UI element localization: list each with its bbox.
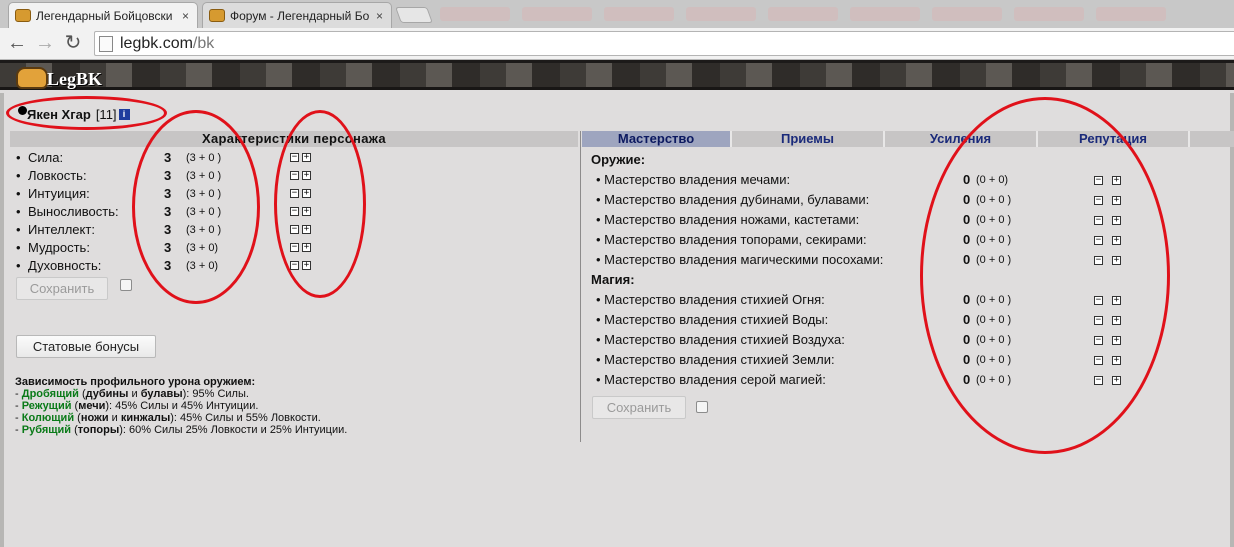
- browser-tab-game[interactable]: Легендарный Бойцовски ×: [8, 2, 198, 28]
- mastery-label: • Мастерство владения стихией Земли:: [596, 352, 835, 367]
- fist-logo-icon: [16, 67, 48, 89]
- fist-favicon-icon: [15, 9, 31, 22]
- mastery-label: • Мастерство владения стихией Огня:: [596, 292, 825, 307]
- annotation-ellipse-stat-buttons: [274, 110, 366, 298]
- new-tab-button[interactable]: [395, 7, 433, 23]
- bullet: •: [16, 240, 21, 255]
- weapon-kind: ножи: [80, 412, 109, 424]
- frame-edge-left: [0, 93, 4, 547]
- weapon-damage-info: Зависимость профильного урона оружием: -…: [15, 376, 347, 436]
- damage-type: Режущий: [21, 400, 72, 412]
- damage-title: Зависимость профильного урона оружием:: [15, 376, 256, 388]
- damage-conj: и: [128, 388, 141, 400]
- tab-separator: [1188, 131, 1190, 147]
- stat-label: Сила:: [28, 150, 64, 165]
- stat-label: Интуиция:: [28, 186, 90, 201]
- mastery-checkbox[interactable]: [696, 401, 708, 413]
- bullet: •: [16, 258, 21, 273]
- site-logo[interactable]: LegBK: [47, 69, 102, 90]
- reload-icon[interactable]: ↻: [62, 32, 84, 54]
- damage-formula: ): 45% Силы и 55% Ловкости.: [170, 412, 321, 424]
- blurred-tab-area: [440, 4, 1234, 24]
- url-host: legbk.com: [120, 34, 193, 52]
- page-icon: [99, 35, 113, 52]
- damage-open: (: [78, 388, 86, 400]
- stat-label: Выносливость:: [28, 204, 119, 219]
- bullet: •: [16, 150, 21, 165]
- damage-open: (: [71, 424, 78, 436]
- mastery-label: • Мастерство владения стихией Воды:: [596, 312, 829, 327]
- damage-line: - Рубящий (топоры): 60% Силы 25% Ловкост…: [15, 424, 348, 436]
- damage-open: (: [74, 412, 81, 424]
- column-divider: [580, 131, 581, 442]
- fist-favicon-icon: [209, 9, 225, 22]
- tab-mastery[interactable]: Мастерство: [582, 131, 730, 147]
- annotation-ellipse-name: [6, 96, 167, 130]
- forward-arrow-icon[interactable]: →: [34, 32, 56, 54]
- damage-type: Колющий: [21, 412, 75, 424]
- bullet: •: [16, 168, 21, 183]
- browser-tab-forum[interactable]: Форум - Легендарный Бо ×: [202, 2, 392, 28]
- annotation-ellipse-mastery: [920, 97, 1170, 454]
- stat-bonuses-button[interactable]: Статовые бонусы: [16, 335, 156, 358]
- mastery-label: • Мастерство владения стихией Воздуха:: [596, 332, 845, 347]
- mastery-label: • Мастерство владения мечами:: [596, 172, 791, 187]
- stat-label: Интеллект:: [28, 222, 95, 237]
- address-bar[interactable]: legbk.com/bk: [94, 31, 1234, 56]
- weapons-section-title: Оружие:: [591, 152, 646, 167]
- game-header-bar: LegBK: [0, 60, 1234, 90]
- stat-label: Мудрость:: [28, 240, 90, 255]
- annotation-ellipse-values: [132, 110, 260, 304]
- back-arrow-icon[interactable]: ←: [6, 32, 28, 54]
- url-path: /bk: [192, 34, 215, 52]
- damage-formula: ): 60% Силы 25% Ловкости и 25% Интуиции.: [119, 424, 348, 436]
- damage-line: - Дробящий (дубины и булавы): 95% Силы.: [15, 388, 249, 400]
- damage-formula: ): 95% Силы.: [182, 388, 249, 400]
- browser-tab-title: Форум - Легендарный Бо: [230, 8, 370, 23]
- stat-label: Ловкость:: [28, 168, 87, 183]
- mastery-tabs: Мастерство Приемы Усиления Репутация: [582, 131, 1234, 147]
- weapon-kind: мечи: [78, 400, 106, 412]
- mastery-label: • Мастерство владения топорами, секирами…: [596, 232, 867, 247]
- mastery-label: • Мастерство владения ножами, кастетами:: [596, 212, 860, 227]
- browser-toolbar: ← → ↻ legbk.com/bk: [0, 28, 1234, 60]
- mastery-label: • Мастерство владения дубинами, булавами…: [596, 192, 870, 207]
- bullet: •: [16, 222, 21, 237]
- damage-line: - Колющий (ножи и кинжалы): 45% Силы и 5…: [15, 412, 321, 424]
- mastery-label: • Мастерство владения серой магией:: [596, 372, 826, 387]
- mastery-label: • Мастерство владения магическими посоха…: [596, 252, 884, 267]
- weapon-kind: булавы: [140, 388, 183, 400]
- damage-type: Дробящий: [21, 388, 79, 400]
- bullet: •: [16, 186, 21, 201]
- damage-conj: и: [108, 412, 121, 424]
- weapon-kind: дубины: [85, 388, 129, 400]
- browser-tab-title: Легендарный Бойцовски: [36, 8, 173, 23]
- close-icon[interactable]: ×: [376, 9, 383, 23]
- stats-checkbox[interactable]: [120, 279, 132, 291]
- weapon-kind: топоры: [77, 424, 120, 436]
- frame-edge-right: [1230, 93, 1234, 547]
- damage-line: - Режущий (мечи): 45% Силы и 45% Интуици…: [15, 400, 259, 412]
- damage-formula: ): 45% Силы и 45% Интуиции.: [105, 400, 259, 412]
- stats-save-button[interactable]: Сохранить: [16, 277, 108, 300]
- weapon-kind: кинжалы: [120, 412, 171, 424]
- stat-label: Духовность:: [28, 258, 102, 273]
- close-icon[interactable]: ×: [182, 9, 189, 23]
- mastery-save-button[interactable]: Сохранить: [592, 396, 686, 419]
- bullet: •: [16, 204, 21, 219]
- tab-techniques[interactable]: Приемы: [732, 131, 883, 147]
- magic-section-title: Магия:: [591, 272, 635, 287]
- damage-type: Рубящий: [21, 424, 72, 436]
- browser-tab-strip: Легендарный Бойцовски × Форум - Легендар…: [0, 0, 1234, 28]
